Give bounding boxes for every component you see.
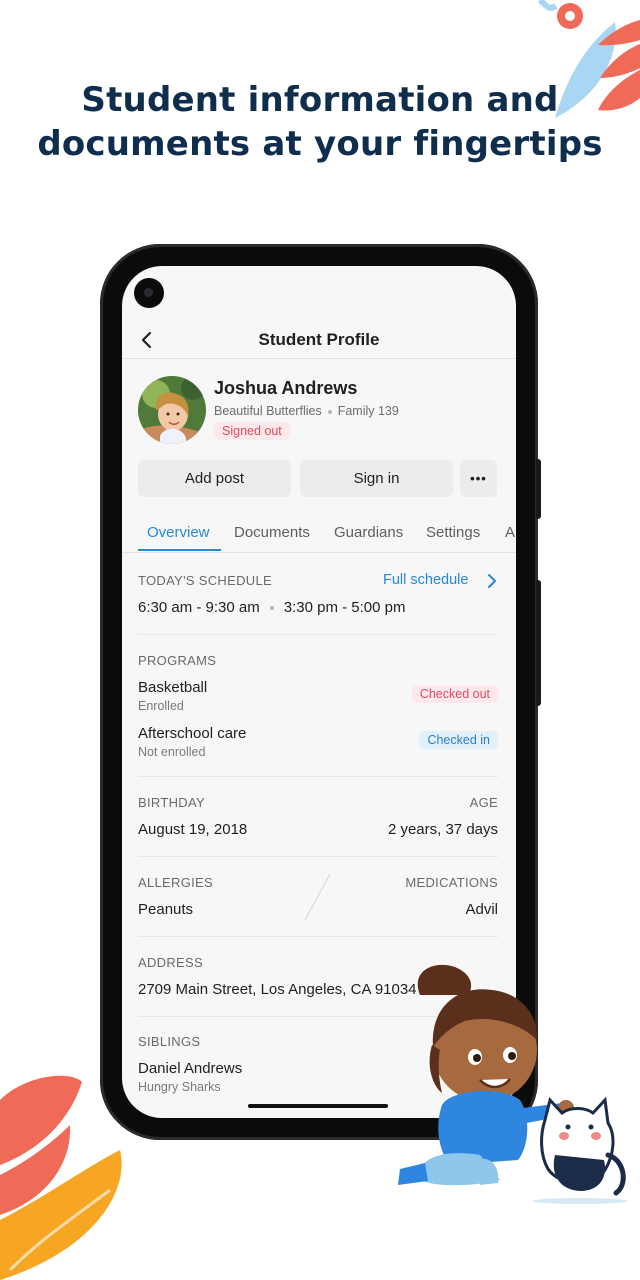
section-divider: [138, 936, 498, 937]
section-divider: [138, 776, 498, 777]
headline-line-2: documents at your fingertips: [37, 124, 603, 164]
sibling-name[interactable]: Daniel Andrews: [138, 1060, 242, 1077]
schedule-times: 6:30 am - 9:30 am 3:30 pm - 5:00 pm: [138, 599, 405, 616]
address-label: ADDRESS: [138, 955, 203, 970]
birthday-value: August 19, 2018: [138, 821, 248, 838]
more-options-button[interactable]: •••: [460, 460, 497, 497]
student-family: Family 139: [337, 404, 399, 418]
program-status-badge: Checked in: [419, 731, 498, 749]
schedule-slot-2: 3:30 pm - 5:00 pm: [283, 599, 406, 616]
birthday-label: BIRTHDAY: [138, 795, 205, 810]
age-value: 2 years, 37 days: [387, 821, 498, 838]
girl-with-cat-illustration: [398, 964, 628, 1204]
tab-overview[interactable]: Overview: [147, 524, 210, 541]
sign-in-button[interactable]: Sign in: [300, 460, 453, 497]
program-enrollment: Enrolled: [138, 699, 184, 713]
programs-label: PROGRAMS: [138, 653, 217, 668]
student-avatar: [138, 376, 206, 444]
student-classroom: Beautiful Butterflies: [214, 404, 322, 418]
address-value: 2709 Main Street, Los Angeles, CA 91034: [138, 981, 417, 998]
active-tab-indicator: [138, 549, 221, 551]
headline: Student information and documents at you…: [0, 78, 640, 166]
medications-label: MEDICATIONS: [405, 875, 498, 890]
allergies-label: ALLERGIES: [138, 875, 213, 890]
separator-dot: [269, 606, 274, 611]
sibling-classroom: Hungry Sharks: [138, 1080, 221, 1094]
allergies-value: Peanuts: [138, 901, 194, 918]
program-name: Basketball: [138, 679, 208, 696]
tab-documents[interactable]: Documents: [234, 524, 310, 541]
add-post-button[interactable]: Add post: [138, 460, 291, 497]
program-enrollment: Not enrolled: [138, 745, 206, 759]
program-status-badge: Checked out: [411, 685, 498, 703]
tab-guardians[interactable]: Guardians: [334, 524, 403, 541]
student-meta: Beautiful Butterflies Family 139: [214, 404, 399, 418]
page-title: Student Profile: [258, 330, 380, 349]
phone-volume-button: [536, 580, 541, 706]
medications-value: Advil: [465, 901, 498, 918]
top-bar: Student Profile: [122, 324, 516, 359]
siblings-label: SIBLINGS: [138, 1034, 201, 1049]
profile-tabs: Overview Documents Guardians Settings A: [122, 520, 516, 553]
tab-more[interactable]: A: [505, 524, 515, 541]
schedule-label: TODAY'S SCHEDULE: [138, 573, 272, 588]
schedule-slot-1: 6:30 am - 9:30 am: [138, 599, 260, 616]
chevron-right-icon[interactable]: [485, 572, 499, 590]
camera-cutout: [134, 278, 164, 308]
program-name: Afterschool care: [138, 725, 247, 742]
phone-side-button: [536, 459, 541, 519]
section-divider: [138, 634, 498, 635]
column-separator: [304, 873, 331, 921]
student-name: Joshua Andrews: [214, 378, 358, 398]
home-indicator: [248, 1104, 388, 1108]
status-badge: Signed out: [214, 422, 290, 440]
headline-line-1: Student information and: [81, 80, 559, 120]
separator-dot: [327, 409, 332, 414]
age-label: AGE: [469, 795, 498, 810]
tab-settings[interactable]: Settings: [426, 524, 480, 541]
full-schedule-link[interactable]: Full schedule: [383, 572, 468, 588]
section-divider: [138, 856, 498, 857]
